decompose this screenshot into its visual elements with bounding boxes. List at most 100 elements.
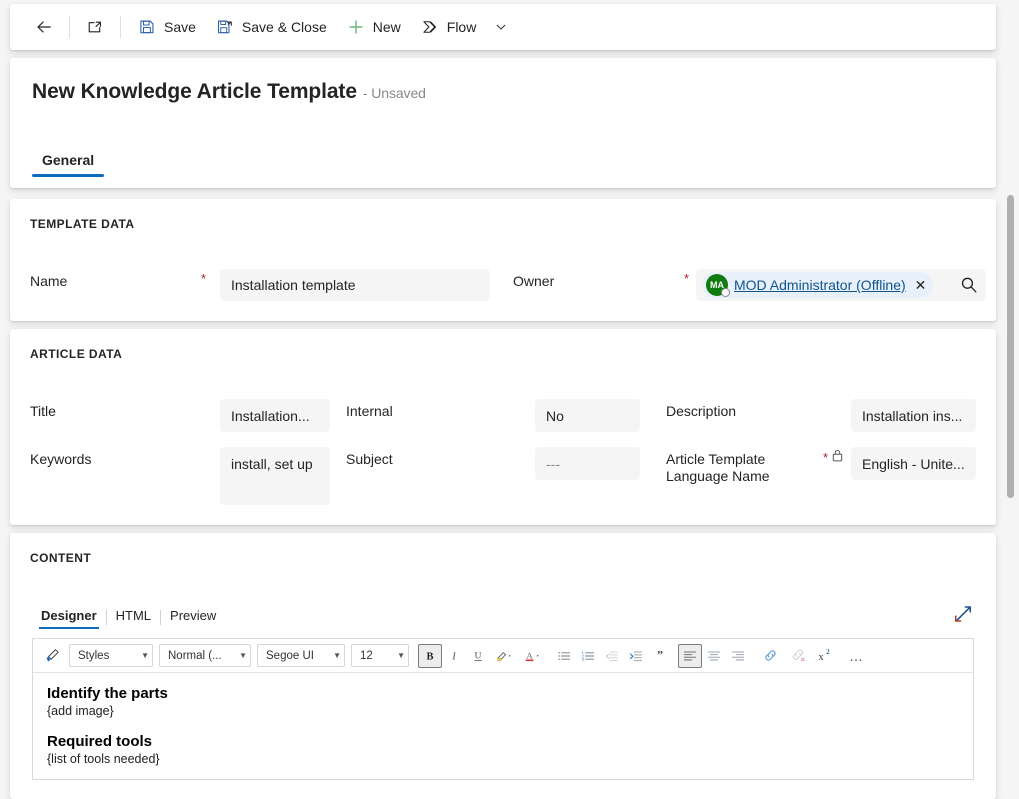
name-field-label: Name	[30, 273, 68, 289]
page-scrollbar[interactable]	[1003, 190, 1017, 750]
format-dropdown[interactable]: Normal (... ▼	[159, 644, 251, 667]
section-template-data-title: TEMPLATE DATA	[30, 217, 135, 231]
flow-button[interactable]: Flow	[411, 11, 487, 43]
chevron-down-icon: ▼	[333, 650, 341, 660]
page-title: New Knowledge Article Template - Unsaved	[32, 80, 426, 104]
title-input[interactable]: Installation...	[220, 399, 330, 432]
superscript-button[interactable]: x 2	[812, 644, 836, 668]
svg-text:I: I	[451, 651, 456, 662]
align-left-button[interactable]	[678, 643, 702, 668]
more-options-label: …	[849, 647, 863, 664]
save-button[interactable]: Save	[128, 11, 206, 43]
description-input[interactable]: Installation ins...	[851, 399, 976, 432]
new-button[interactable]: New	[337, 11, 411, 43]
svg-text:x: x	[818, 652, 823, 663]
increase-indent-button[interactable]	[624, 644, 648, 668]
editor-paragraph-2: {list of tools needed}	[47, 752, 160, 766]
editor-spacer	[47, 718, 959, 733]
chevron-down-icon	[494, 20, 508, 34]
language-input[interactable]: English - Unite...	[851, 447, 976, 480]
flow-dropdown-button[interactable]	[486, 11, 516, 43]
underline-button[interactable]: U	[466, 644, 490, 668]
remove-link-button[interactable]	[784, 644, 812, 668]
record-header: New Knowledge Article Template - Unsaved …	[10, 58, 996, 188]
subject-input[interactable]: ---	[535, 447, 640, 480]
numbered-list-button[interactable]: 1 2 3	[576, 644, 600, 668]
decrease-indent-button[interactable]	[600, 644, 624, 668]
owner-field-label: Owner	[513, 273, 555, 289]
back-arrow-icon	[35, 18, 53, 36]
font-size-dropdown-value: 12	[360, 649, 373, 662]
tab-html[interactable]: HTML	[107, 605, 160, 629]
svg-text:2: 2	[826, 649, 830, 656]
search-icon[interactable]	[958, 274, 980, 296]
font-size-dropdown[interactable]: 12 ▼	[351, 644, 409, 667]
tab-html-label: HTML	[115, 608, 152, 623]
align-right-button[interactable]	[726, 644, 750, 668]
align-center-button[interactable]	[702, 644, 726, 668]
name-input[interactable]: Installation template	[220, 269, 490, 301]
command-separator-2	[120, 16, 121, 38]
format-painter-button[interactable]	[38, 644, 66, 668]
remove-owner-icon[interactable]: ✕	[912, 278, 930, 292]
font-family-dropdown-value: Segoe UI	[266, 649, 314, 662]
insert-link-button[interactable]	[756, 644, 784, 668]
presence-offline-icon	[721, 288, 730, 297]
internal-input[interactable]: No	[535, 399, 640, 432]
tab-preview[interactable]: Preview	[161, 605, 225, 629]
app-page: Save Save & Close New Flow New Knowledge…	[0, 0, 1019, 799]
chevron-down-icon: ▼	[141, 650, 149, 660]
command-separator-1	[69, 16, 70, 38]
chevron-down-icon: ▼	[239, 650, 247, 660]
svg-text:A: A	[526, 650, 533, 660]
tab-general[interactable]: General	[32, 146, 105, 177]
blockquote-button[interactable]: ”	[648, 644, 672, 668]
lock-icon	[832, 449, 843, 462]
popout-icon	[86, 18, 104, 36]
tab-designer[interactable]: Designer	[32, 605, 106, 629]
owner-name-link[interactable]: MOD Administrator (Offline)	[734, 277, 906, 293]
owner-lookup-field[interactable]: MA MOD Administrator (Offline) ✕	[696, 269, 986, 301]
styles-dropdown[interactable]: Styles ▼	[69, 644, 153, 667]
svg-text:”: ”	[657, 648, 663, 661]
highlight-color-button[interactable]	[490, 644, 518, 668]
svg-text:B: B	[427, 651, 434, 662]
description-field-label: Description	[666, 403, 737, 419]
editor-content-area[interactable]: Identify the parts {add image} Required …	[33, 673, 973, 766]
popout-button[interactable]	[77, 11, 113, 43]
styles-dropdown-value: Styles	[78, 649, 110, 662]
bold-button[interactable]: B	[418, 643, 442, 668]
editor-paragraph-1: {add image}	[47, 704, 114, 718]
title-field-label: Title	[30, 403, 56, 419]
format-dropdown-value: Normal (...	[168, 649, 222, 662]
save-close-icon	[216, 18, 234, 36]
name-required-indicator: *	[201, 271, 207, 286]
font-color-button[interactable]: A	[518, 644, 546, 668]
svg-text:U: U	[475, 650, 482, 661]
svg-text:3: 3	[582, 656, 585, 661]
font-family-dropdown[interactable]: Segoe UI ▼	[257, 644, 345, 667]
page-scrollbar-thumb[interactable]	[1007, 195, 1014, 498]
section-article-data: ARTICLE DATA Title Installation... Inter…	[10, 329, 996, 525]
keywords-input[interactable]: install, set up	[220, 447, 330, 505]
tab-preview-label: Preview	[170, 608, 217, 623]
section-content-title: CONTENT	[30, 551, 92, 565]
section-article-data-title: ARTICLE DATA	[30, 347, 123, 361]
editor-heading-1: Identify the parts	[47, 685, 168, 702]
save-button-label: Save	[164, 19, 196, 35]
save-and-close-button[interactable]: Save & Close	[206, 11, 337, 43]
back-button[interactable]	[26, 11, 62, 43]
italic-button[interactable]: I	[442, 644, 466, 668]
save-and-close-button-label: Save & Close	[241, 19, 327, 35]
owner-selected-token[interactable]: MA MOD Administrator (Offline) ✕	[702, 272, 934, 298]
owner-required-indicator: *	[684, 271, 690, 286]
expand-editor-icon[interactable]	[952, 603, 974, 625]
more-options-button[interactable]: …	[842, 644, 870, 668]
page-title-text: New Knowledge Article Template	[32, 80, 357, 103]
bullet-list-button[interactable]	[552, 644, 576, 668]
avatar: MA	[706, 274, 730, 297]
plus-icon	[347, 18, 365, 36]
new-button-label: New	[372, 19, 401, 35]
chevron-down-icon: ▼	[397, 650, 405, 660]
language-required-indicator: *	[823, 450, 829, 465]
